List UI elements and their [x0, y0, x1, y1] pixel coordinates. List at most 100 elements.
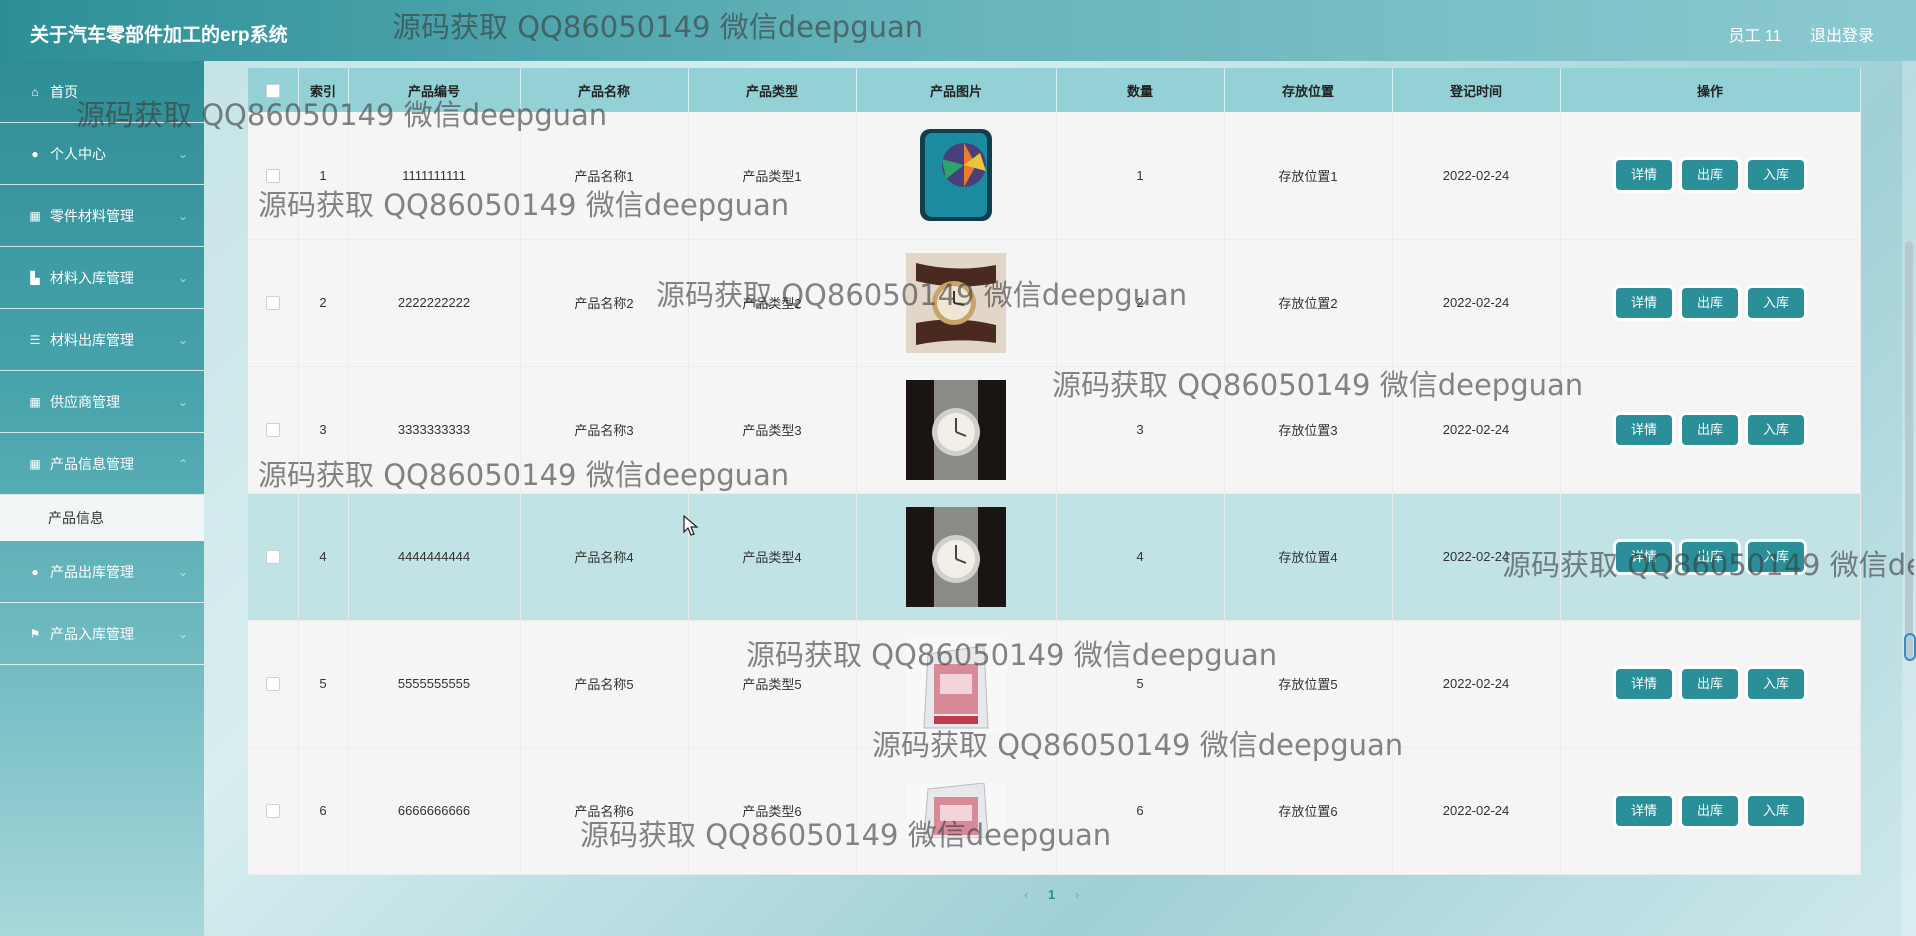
- column-header-actions: 操作: [1560, 68, 1861, 112]
- cell-quantity: 1: [1056, 112, 1225, 240]
- row-checkbox[interactable]: [265, 804, 280, 819]
- vertical-scrollbar[interactable]: [1902, 61, 1916, 936]
- cell-image: [856, 493, 1057, 621]
- stock-in-button[interactable]: 入库: [1748, 160, 1804, 191]
- stock-in-button[interactable]: 入库: [1748, 287, 1804, 318]
- cell-code: 6666666666: [348, 747, 521, 875]
- column-header-index: 索引: [298, 68, 349, 112]
- row-checkbox-cell[interactable]: [248, 493, 299, 621]
- phone-image: [906, 125, 1006, 226]
- cell-index: 3: [298, 366, 349, 494]
- prev-page-button[interactable]: ‹: [1024, 887, 1028, 902]
- cell-index: 6: [298, 747, 349, 875]
- watch-image: [906, 252, 1006, 353]
- cell-code: 5555555555: [348, 620, 521, 748]
- sidebar-item-material-in[interactable]: ▙ 材料入库管理 ⌄: [0, 247, 204, 309]
- row-checkbox[interactable]: [265, 677, 280, 692]
- row-checkbox-cell[interactable]: [248, 112, 299, 240]
- sidebar-item-product-in[interactable]: ⚑ 产品入库管理 ⌄: [0, 603, 204, 665]
- cell-date: 2022-02-24: [1392, 366, 1561, 494]
- cell-index: 2: [298, 239, 349, 367]
- stock-in-button[interactable]: 入库: [1748, 541, 1804, 572]
- chevron-down-icon: ⌄: [177, 270, 188, 285]
- detail-button[interactable]: 详情: [1616, 668, 1672, 699]
- app-title: 关于汽车零部件加工的erp系统: [30, 25, 288, 46]
- stock-in-button[interactable]: 入库: [1748, 414, 1804, 445]
- next-page-button[interactable]: ›: [1075, 887, 1079, 902]
- cell-date: 2022-02-24: [1392, 620, 1561, 748]
- logout-button[interactable]: 退出登录: [1810, 28, 1874, 45]
- product-table: 索引 产品编号 产品名称 产品类型 产品图片 数量 存放位置 登记时间 操作 1…: [248, 68, 1861, 875]
- detail-button[interactable]: 详情: [1616, 541, 1672, 572]
- stock-out-button[interactable]: 出库: [1682, 160, 1738, 191]
- cell-image: [856, 620, 1057, 748]
- grid-icon: ▦: [29, 208, 41, 223]
- submenu-product-info[interactable]: 产品信息: [0, 495, 204, 541]
- sidebar-item-profile[interactable]: ● 个人中心 ⌄: [0, 123, 204, 185]
- cell-date: 2022-02-24: [1392, 112, 1561, 240]
- cell-location: 存放位置2: [1224, 239, 1393, 367]
- sidebar-item-label: 个人中心: [50, 145, 106, 162]
- row-checkbox-cell[interactable]: [248, 366, 299, 494]
- cell-image: [856, 747, 1057, 875]
- chevron-up-icon: ⌃: [177, 456, 188, 471]
- row-checkbox[interactable]: [265, 423, 280, 438]
- user-label: 员工 11: [1728, 28, 1782, 45]
- cell-location: 存放位置6: [1224, 747, 1393, 875]
- sidebar-item-material-out[interactable]: ☰ 材料出库管理 ⌄: [0, 309, 204, 371]
- detail-button[interactable]: 详情: [1616, 795, 1672, 826]
- cell-type: 产品类型4: [688, 493, 857, 621]
- row-checkbox-cell[interactable]: [248, 620, 299, 748]
- header-user-area: 员工 11 退出登录: [1704, 22, 1874, 46]
- sidebar-item-parts[interactable]: ▦ 零件材料管理 ⌄: [0, 185, 204, 247]
- row-checkbox[interactable]: [265, 169, 280, 184]
- current-page-button[interactable]: 1: [1048, 887, 1055, 902]
- cell-name: 产品名称3: [520, 366, 689, 494]
- user-icon: ●: [31, 146, 39, 161]
- stock-out-button[interactable]: 出库: [1682, 541, 1738, 572]
- cell-name: 产品名称5: [520, 620, 689, 748]
- cell-actions: 详情 出库 入库: [1560, 747, 1861, 875]
- sidebar-item-label: 材料出库管理: [50, 331, 134, 348]
- stock-out-button[interactable]: 出库: [1682, 795, 1738, 826]
- column-header-quantity: 数量: [1056, 68, 1225, 112]
- stock-in-button[interactable]: 入库: [1748, 668, 1804, 699]
- scrollbar-knob[interactable]: [1904, 633, 1916, 661]
- pointer-arrow-icon: [683, 514, 699, 536]
- cell-location: 存放位置3: [1224, 366, 1393, 494]
- row-checkbox[interactable]: [265, 296, 280, 311]
- sidebar-item-product-out[interactable]: ● 产品出库管理 ⌄: [0, 541, 204, 603]
- row-checkbox-cell[interactable]: [248, 747, 299, 875]
- sidebar-item-home[interactable]: ⌂ 首页: [0, 61, 204, 123]
- table-row: 5 5555555555 产品名称5 产品类型5 5 存放位置5 2022-02…: [248, 620, 1861, 748]
- cell-name: 产品名称6: [520, 747, 689, 875]
- select-all-checkbox[interactable]: [265, 83, 280, 98]
- sidebar-item-product-info[interactable]: ▦ 产品信息管理 ⌃: [0, 433, 204, 495]
- cell-image: [856, 112, 1057, 240]
- cell-code: 3333333333: [348, 366, 521, 494]
- cell-date: 2022-02-24: [1392, 747, 1561, 875]
- detail-button[interactable]: 详情: [1616, 414, 1672, 445]
- detail-button[interactable]: 详情: [1616, 287, 1672, 318]
- stock-out-button[interactable]: 出库: [1682, 668, 1738, 699]
- column-header-code: 产品编号: [348, 68, 521, 112]
- cell-code: 4444444444: [348, 493, 521, 621]
- table-row: 1 1111111111 产品名称1 产品类型1 1 存放位置1 2022-02…: [248, 112, 1861, 240]
- cell-quantity: 2: [1056, 239, 1225, 367]
- stock-out-button[interactable]: 出库: [1682, 414, 1738, 445]
- cell-type: 产品类型3: [688, 366, 857, 494]
- scrollbar-thumb[interactable]: [1905, 241, 1913, 661]
- list-icon: ☰: [29, 332, 41, 347]
- row-checkbox[interactable]: [265, 550, 280, 565]
- cell-actions: 详情 出库 入库: [1560, 620, 1861, 748]
- row-checkbox-cell[interactable]: [248, 239, 299, 367]
- sidebar-item-label: 供应商管理: [50, 393, 120, 410]
- stock-in-button[interactable]: 入库: [1748, 795, 1804, 826]
- stock-out-button[interactable]: 出库: [1682, 287, 1738, 318]
- sidebar-item-supplier[interactable]: ▦ 供应商管理 ⌄: [0, 371, 204, 433]
- grid-icon: ▦: [29, 394, 41, 409]
- detail-button[interactable]: 详情: [1616, 160, 1672, 191]
- chevron-down-icon: ⌄: [177, 332, 188, 347]
- home-icon: ⌂: [31, 84, 39, 99]
- select-all-checkbox-cell[interactable]: [248, 68, 299, 112]
